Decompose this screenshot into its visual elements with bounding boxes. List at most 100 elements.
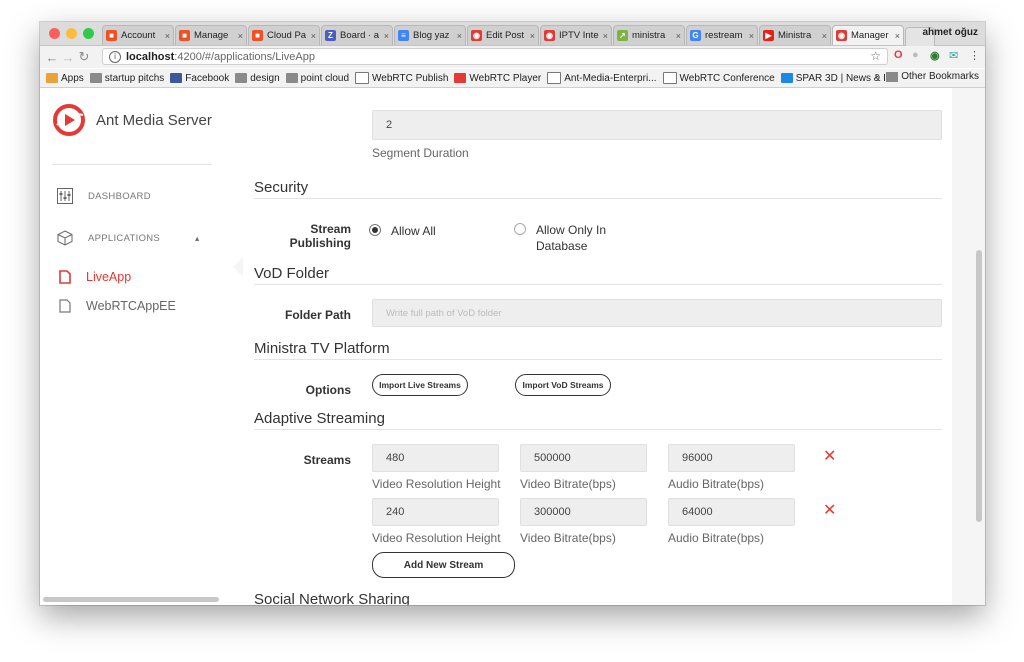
bookmark-item[interactable]: WebRTC Publish: [355, 72, 448, 84]
close-tab-icon[interactable]: ×: [384, 31, 389, 41]
ministra-title: Ministra TV Platform: [254, 340, 390, 357]
nav-dashboard[interactable]: DASHBOARD: [57, 188, 151, 204]
close-window-button[interactable]: [49, 28, 60, 39]
browser-tab[interactable]: ↗ ministra ×: [613, 25, 685, 45]
bookmark-item[interactable]: point cloud: [285, 73, 349, 84]
close-tab-icon[interactable]: ×: [457, 31, 462, 41]
close-tab-icon[interactable]: ×: [676, 31, 681, 41]
close-tab-icon[interactable]: ×: [311, 31, 316, 41]
address-bar[interactable]: i localhost:4200/#/applications/LiveApp …: [102, 48, 888, 65]
chat-extension-icon[interactable]: ✉: [949, 49, 958, 62]
vertical-scrollbar[interactable]: [976, 250, 982, 522]
url-path: :4200/#/applications/LiveApp: [174, 50, 315, 63]
security-title: Security: [254, 179, 309, 196]
bookmark-item[interactable]: WebRTC Player: [454, 73, 541, 84]
close-tab-icon[interactable]: ×: [749, 31, 754, 41]
nav-applications-label: APPLICATIONS: [88, 232, 161, 244]
brand[interactable]: Ant Media Server: [52, 103, 212, 137]
close-tab-icon[interactable]: ×: [530, 31, 535, 41]
bookmark-item[interactable]: Ant-Media-Enterpri...: [547, 72, 657, 84]
remove-stream-icon[interactable]: ✕: [823, 449, 836, 465]
social-sharing-title: Social Network Sharing: [254, 591, 410, 605]
close-tab-icon[interactable]: ×: [238, 31, 243, 41]
bookmark-item[interactable]: design: [235, 73, 280, 84]
browser-tab-label: Ministra: [778, 30, 812, 41]
chevron-up-icon[interactable]: ▴: [195, 234, 199, 243]
bookmarks-overflow-icon[interactable]: »: [875, 71, 881, 82]
browser-tab[interactable]: Grestream ×: [686, 25, 758, 45]
other-bookmarks[interactable]: » Other Bookmarks: [875, 71, 979, 82]
profile-name[interactable]: ahmet oğuz: [922, 27, 978, 38]
ant-media-logo-icon: [53, 104, 85, 136]
resolution-height-input[interactable]: 240: [372, 498, 499, 526]
adaptive-streaming-title: Adaptive Streaming: [254, 410, 385, 427]
microsoft-icon: ■: [179, 30, 190, 41]
folder-icon: [89, 73, 102, 83]
radio-allow-all[interactable]: Allow All: [369, 223, 436, 239]
page-icon: [547, 72, 562, 84]
audio-bitrate-input[interactable]: 96000: [668, 444, 795, 472]
sidebar-item-webrtcappee[interactable]: WebRTCAppEE: [59, 299, 176, 313]
tab-strip: ■ Account × ■ Manage × ■ Cloud Pa × Z Board · a × ≡ B…: [40, 22, 985, 46]
close-tab-icon[interactable]: ×: [603, 31, 608, 41]
bookmark-label: Ant-Media-Enterpri...: [564, 72, 657, 84]
info-icon[interactable]: i: [109, 50, 121, 63]
green-extension-icon[interactable]: ◉: [930, 49, 940, 62]
reload-button[interactable]: ↻: [76, 49, 92, 65]
browser-tab[interactable]: ■ Account ×: [102, 25, 174, 45]
video-bitrate-input[interactable]: 500000: [520, 444, 647, 472]
bookmark-item[interactable]: WebRTC Conference: [662, 72, 775, 84]
forward-button[interactable]: →: [60, 50, 76, 65]
vod-folder-path-input[interactable]: Write full path of VoD folder: [372, 299, 942, 327]
browser-tab[interactable]: ≡ Blog yaz ×: [394, 25, 466, 45]
folder-path-label: Folder Path: [284, 308, 351, 322]
close-tab-icon[interactable]: ×: [165, 31, 170, 41]
browser-tab[interactable]: Z Board · a ×: [321, 25, 393, 45]
browser-tab[interactable]: ■ Cloud Pa ×: [248, 25, 320, 45]
browser-tab[interactable]: ◉ Manager ×: [832, 25, 904, 45]
divider: [254, 359, 942, 360]
import-live-streams-button[interactable]: Import Live Streams: [372, 374, 468, 396]
settings-card: 2 Segment Duration Security Stream Publi…: [243, 88, 952, 605]
vod-folder-title: VoD Folder: [254, 265, 330, 282]
page-icon: [355, 72, 370, 84]
divider: [254, 284, 942, 285]
audio-bitrate-input[interactable]: 64000: [668, 498, 795, 526]
close-tab-icon[interactable]: ×: [895, 31, 900, 41]
browser-tab[interactable]: ◉ Edit Post ×: [467, 25, 539, 45]
antmedia-icon: ◉: [544, 30, 555, 41]
browser-tab-label: ministra: [632, 30, 666, 41]
browser-tab[interactable]: ◉ IPTV Inte ×: [540, 25, 612, 45]
browser-tab[interactable]: ■ Manage ×: [175, 25, 247, 45]
dot-extension-icon[interactable]: ●: [912, 49, 919, 61]
video-bitrate-input[interactable]: 300000: [520, 498, 647, 526]
maximize-window-button[interactable]: [83, 28, 94, 39]
import-vod-streams-button[interactable]: Import VoD Streams: [515, 374, 611, 396]
microsoft-icon: ■: [106, 30, 117, 41]
bookmark-item[interactable]: startup pitchs: [89, 73, 164, 84]
minimize-window-button[interactable]: [66, 28, 77, 39]
back-button[interactable]: ←: [44, 50, 60, 65]
horizontal-scrollbar[interactable]: [43, 597, 219, 602]
segment-duration-label: Segment Duration: [372, 146, 469, 160]
browser-tab[interactable]: ▶ Ministra ×: [759, 25, 831, 45]
window-controls: [49, 28, 94, 39]
bookmark-item[interactable]: Apps: [46, 73, 84, 84]
bookmark-star-icon[interactable]: ☆: [870, 49, 881, 63]
resolution-height-input[interactable]: 480: [372, 444, 499, 472]
close-tab-icon[interactable]: ×: [822, 31, 827, 41]
remove-stream-icon[interactable]: ✕: [823, 503, 836, 519]
sidebar-item-webrtcappee-label: WebRTCAppEE: [86, 299, 176, 313]
bookmark-label: WebRTC Player: [469, 72, 542, 84]
browser-toolbar: ← → ↻ i localhost:4200/#/applications/Li…: [40, 46, 985, 68]
opera-extension-icon[interactable]: O: [894, 49, 903, 61]
radio-allow-only-in-database[interactable]: Allow Only In Database: [514, 222, 624, 254]
add-new-stream-button[interactable]: Add New Stream: [372, 552, 515, 578]
sidebar-item-liveapp[interactable]: LiveApp: [59, 270, 131, 284]
bookmark-item[interactable]: Facebook: [170, 73, 229, 84]
radio-selected-icon: [369, 224, 381, 236]
trend-icon: ↗: [617, 30, 628, 41]
nav-applications[interactable]: APPLICATIONS ▴: [57, 230, 199, 246]
segment-duration-input[interactable]: 2: [372, 110, 942, 140]
menu-icon[interactable]: ⋮: [969, 49, 980, 62]
